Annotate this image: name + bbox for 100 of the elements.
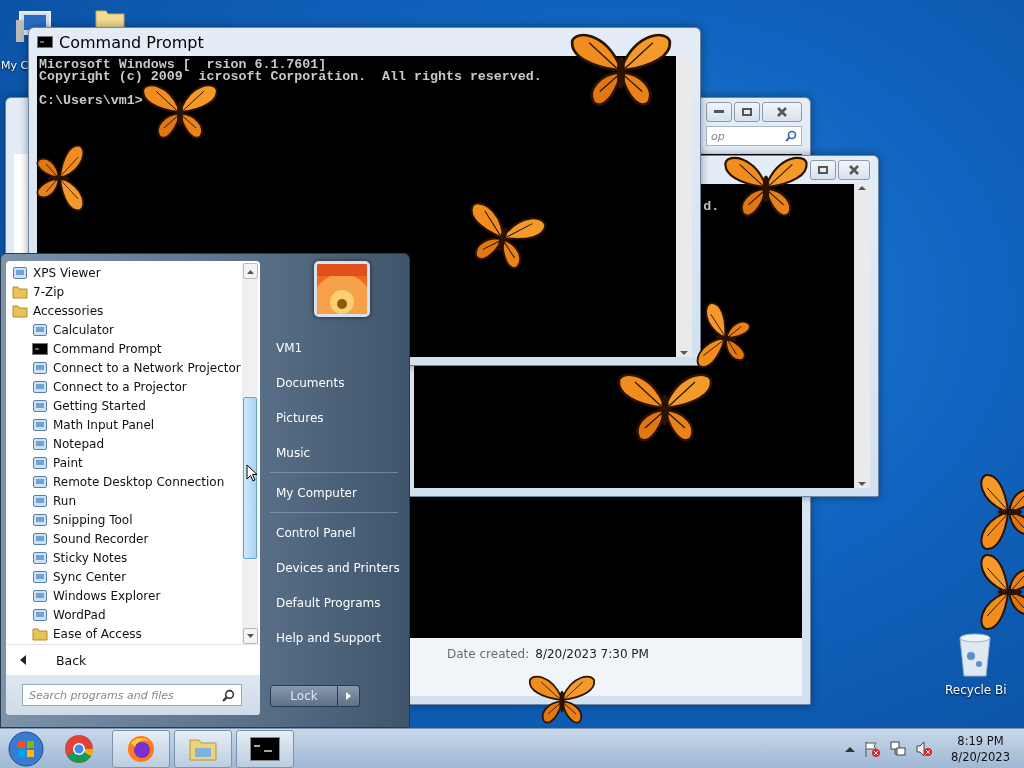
start-menu-link[interactable]: Devices and Printers [270,550,398,585]
app-icon [32,587,48,604]
close-icon [777,107,787,117]
taskbar-button[interactable] [236,729,294,768]
maximize-button[interactable] [734,102,760,122]
start-menu-link[interactable]: Music [270,435,398,470]
start-menu-link[interactable]: Pictures [270,400,398,435]
lock-options-button[interactable] [338,685,360,707]
console-text: Microsoft Windows [ [39,59,191,71]
app-icon [32,606,48,623]
program-item[interactable]: Run [6,491,242,510]
search-field[interactable]: Search programs and files [22,684,242,706]
scroll-bar[interactable] [242,263,258,644]
program-item[interactable]: XPS Viewer [6,263,242,282]
program-item[interactable]: Connect to a Projector [6,377,242,396]
desktop-icon-label[interactable]: My C [1,59,29,72]
scroll-up-button[interactable] [242,263,258,279]
scroll-down-icon [680,349,688,357]
arrow-icon [346,692,351,700]
program-item[interactable]: Paint [6,453,242,472]
scroll-down-button[interactable] [242,628,258,644]
back-arrow-icon [20,655,26,665]
close-button[interactable] [762,102,802,122]
app-icon [32,473,48,490]
console-icon [32,342,48,355]
start-menu-link[interactable]: Default Programs [270,585,398,620]
scroll-up-icon [246,268,254,274]
start-menu-link[interactable]: Documents [270,365,398,400]
app-icon [32,321,48,338]
close-button[interactable] [838,160,870,180]
app-icon [32,359,48,376]
app-icon [32,511,48,528]
folder-icon [12,284,28,299]
program-item[interactable]: Windows Explorer [6,586,242,605]
maximize-button[interactable] [810,160,836,180]
app-icon [32,454,48,471]
folder-icon [32,626,48,641]
program-item[interactable]: Getting Started [6,396,242,415]
program-item[interactable]: Remote Desktop Connection [6,472,242,491]
minimize-icon [714,110,724,114]
muted-speaker-icon[interactable] [915,739,934,758]
maximize-icon [818,166,828,174]
scroll-down-icon [246,633,254,639]
scroll-bar[interactable] [854,184,870,488]
recycle-bin-icon [957,632,993,678]
start-menu-link[interactable]: My Computer [270,475,398,510]
console-text: C:\Users\vm1> [39,95,143,107]
app-icon [32,416,48,433]
search-icon [785,130,797,142]
detail-label: Date created: [447,647,530,663]
program-item[interactable]: Sticky Notes [6,548,242,567]
console-text: d. [703,201,720,213]
console-icon [250,736,280,761]
program-item[interactable]: Command Prompt [6,339,242,358]
minimize-button[interactable] [706,102,732,122]
console-text: Copyright (c) 2009 [39,71,183,83]
scroll-bar[interactable] [676,56,692,357]
program-item[interactable]: Snipping Tool [6,510,242,529]
desktop-icon-label[interactable]: Recycle Bi [945,683,1007,697]
program-item[interactable]: Ease of Access [6,624,242,643]
show-hidden-icons-icon[interactable] [845,744,856,753]
folder-icon [12,303,28,318]
window-title: Command Prompt [59,32,204,52]
scroll-thumb[interactable] [243,397,257,559]
program-item[interactable]: Math Input Panel [6,415,242,434]
program-item[interactable]: WordPad [6,605,242,624]
app-icon [32,492,48,509]
app-icon [32,530,48,547]
app-icon [32,378,48,395]
network-icon[interactable] [889,739,908,758]
start-menu-link[interactable]: Help and Support [270,620,398,655]
program-item[interactable]: Notepad [6,434,242,453]
app-icon [32,549,48,566]
detail-value: 8/20/2023 7:30 PM [535,647,649,663]
start-menu-link[interactable]: Control Panel [270,515,398,550]
program-item[interactable]: Sound Recorder [6,529,242,548]
clock[interactable]: 8:19 PM 8/20/2023 [951,732,1010,765]
scroll-down-icon [858,480,866,488]
start-menu-link[interactable]: VM1 [270,330,398,365]
app-icon [12,264,28,281]
program-item[interactable]: 7-Zip [6,282,242,301]
program-item[interactable]: Calculator [6,320,242,339]
console-text: rsion 6.1.7601] [206,59,327,71]
app-icon [32,568,48,585]
console-text: icrosoft Corporation. All rights reserved. [198,71,542,83]
firefox-icon [127,734,155,763]
console-icon [37,36,53,48]
flag-icon[interactable] [863,739,882,758]
program-item[interactable]: Accessories [6,301,242,320]
chrome-icon [64,733,94,764]
search-field[interactable]: op [706,126,802,146]
scroll-up-icon [858,184,866,192]
app-icon [32,397,48,414]
search-icon [222,688,235,702]
app-icon [32,435,48,452]
program-item[interactable]: Sync Center [6,567,242,586]
maximize-icon [742,108,752,116]
start-button[interactable] [6,729,46,768]
program-item[interactable]: Connect to a Network Projector [6,358,242,377]
back-button[interactable]: Back [6,645,260,675]
